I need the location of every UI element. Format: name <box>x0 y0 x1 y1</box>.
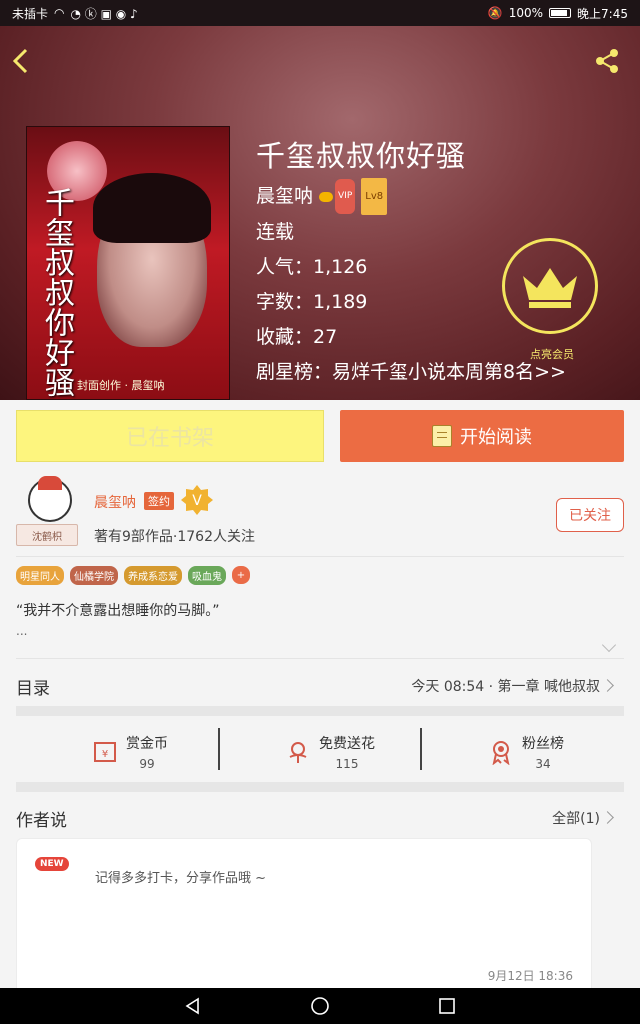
book-cover[interactable]: 千玺叔叔你好骚 封面创作 · 晨玺呐 <box>26 126 230 400</box>
fan-ranking-count: 34 <box>535 757 551 771</box>
wifi-icon: ◠ <box>54 6 65 20</box>
clock: 晚上7:45 <box>577 6 628 21</box>
toc-label[interactable]: 目录 <box>16 674 50 699</box>
book-icon <box>432 425 452 447</box>
book-favorites: 收藏：27 <box>256 326 338 348</box>
reward-coins-label: 赏金币 <box>126 736 168 752</box>
flower-icon <box>285 739 311 765</box>
divider <box>16 658 624 659</box>
author-note-card[interactable]: NEW 记得多多打卡，分享作品哦 ~ 9月12日 18:36 <box>16 838 592 998</box>
tag-list: 明星同人 仙橘学院 养成系恋爱 吸血鬼 + <box>16 566 250 585</box>
free-flowers-count: 115 <box>335 757 359 771</box>
member-crown-button[interactable] <box>502 238 598 334</box>
free-flowers-label: 免费送花 <box>319 736 375 752</box>
chevron-right-icon <box>601 811 614 824</box>
book-author-row: 晨玺呐 VIP Lv8 <box>256 178 566 215</box>
avatar-tag: 沈鹤枳 <box>16 524 78 546</box>
system-nav-bar <box>0 988 640 1024</box>
section-separator <box>16 706 624 716</box>
medal-icon <box>488 739 514 765</box>
share-icon[interactable] <box>592 46 622 76</box>
start-reading-label: 开始阅读 <box>460 427 532 448</box>
synopsis-quote: “我并不介意露出想睡你的马脚。” <box>16 603 220 619</box>
nav-recents-icon[interactable] <box>437 996 457 1016</box>
book-author[interactable]: 晨玺呐 <box>256 179 313 214</box>
expand-icon[interactable] <box>601 637 617 653</box>
vip-badge: VIP <box>319 179 356 214</box>
section-separator <box>16 782 624 792</box>
red-envelope-icon: ¥ <box>92 739 118 765</box>
start-reading-button[interactable]: 开始阅读 <box>340 410 624 462</box>
author-note-time: 9月12日 18:36 <box>487 969 573 983</box>
notification-icons: ◔ ⓚ ▣ ◉ ♪ <box>70 6 138 21</box>
follow-button[interactable]: 已关注 <box>556 498 624 532</box>
level-badge: Lv8 <box>361 178 388 215</box>
divider <box>16 556 624 557</box>
status-bar: 未插卡 ◠ ◔ ⓚ ▣ ◉ ♪ 🔕 100% 晚上7:45 <box>0 0 640 26</box>
add-tag-icon[interactable]: + <box>232 566 250 584</box>
member-label: 点亮会员 <box>530 348 574 361</box>
back-icon[interactable] <box>10 46 32 76</box>
nav-back-icon[interactable] <box>183 996 203 1016</box>
free-flowers[interactable]: 免费送花 115 <box>240 730 420 774</box>
author-stats: 著有9部作品·1762人关注 <box>94 529 255 545</box>
fan-ranking[interactable]: 粉丝榜 34 <box>436 730 616 774</box>
battery-icon <box>549 8 572 18</box>
cover-credit: 封面创作 · 晨玺呐 <box>77 379 165 392</box>
book-ranking[interactable]: 剧星榜：易烊千玺小说本周第8名>> <box>256 355 566 390</box>
tag-item[interactable]: 吸血鬼 <box>188 566 226 585</box>
author-says-label: 作者说 <box>16 811 67 831</box>
on-shelf-button[interactable]: 已在书架 <box>16 410 324 462</box>
svg-text:V: V <box>192 493 202 509</box>
new-badge: NEW <box>35 857 69 871</box>
book-status: 连载 <box>256 221 295 243</box>
chevron-right-icon <box>601 679 614 692</box>
stat-divider <box>218 728 220 770</box>
signed-badge: 签约 <box>144 492 174 510</box>
stat-divider <box>420 728 422 770</box>
author-says-all[interactable]: 全部(1) <box>552 808 600 828</box>
cover-title: 千玺叔叔你好骚 <box>39 187 74 397</box>
cover-hair <box>93 173 211 243</box>
verified-v-icon: V <box>180 484 214 516</box>
author-avatar[interactable]: 沈鹤枳 <box>16 476 86 550</box>
tag-item[interactable]: 明星同人 <box>16 566 64 585</box>
reward-coins[interactable]: ¥ 赏金币 99 <box>40 730 220 774</box>
author-note-text: 记得多多打卡，分享作品哦 ~ <box>95 871 267 886</box>
tag-item[interactable]: 养成系恋爱 <box>124 566 182 585</box>
synopsis-ellipsis: ... <box>16 624 28 638</box>
crown-icon <box>523 268 577 308</box>
author-name[interactable]: 晨玺呐 <box>94 492 136 512</box>
fan-ranking-label: 粉丝榜 <box>522 736 564 752</box>
carrier-text: 未插卡 <box>12 6 49 21</box>
book-title: 千玺叔叔你好骚 <box>256 139 467 173</box>
book-header: 千玺叔叔你好骚 封面创作 · 晨玺呐 千玺叔叔你好骚 晨玺呐 VIP Lv8 连… <box>0 26 640 400</box>
svg-text:¥: ¥ <box>102 749 108 760</box>
reward-coins-count: 99 <box>139 757 155 771</box>
mute-icon: 🔕 <box>487 6 503 20</box>
tag-item[interactable]: 仙橘学院 <box>70 566 118 585</box>
battery-percent: 100% <box>508 6 544 20</box>
latest-chapter[interactable]: 今天 08:54 · 第一章 喊他叔叔 <box>411 676 600 696</box>
nav-home-icon[interactable] <box>310 996 330 1016</box>
